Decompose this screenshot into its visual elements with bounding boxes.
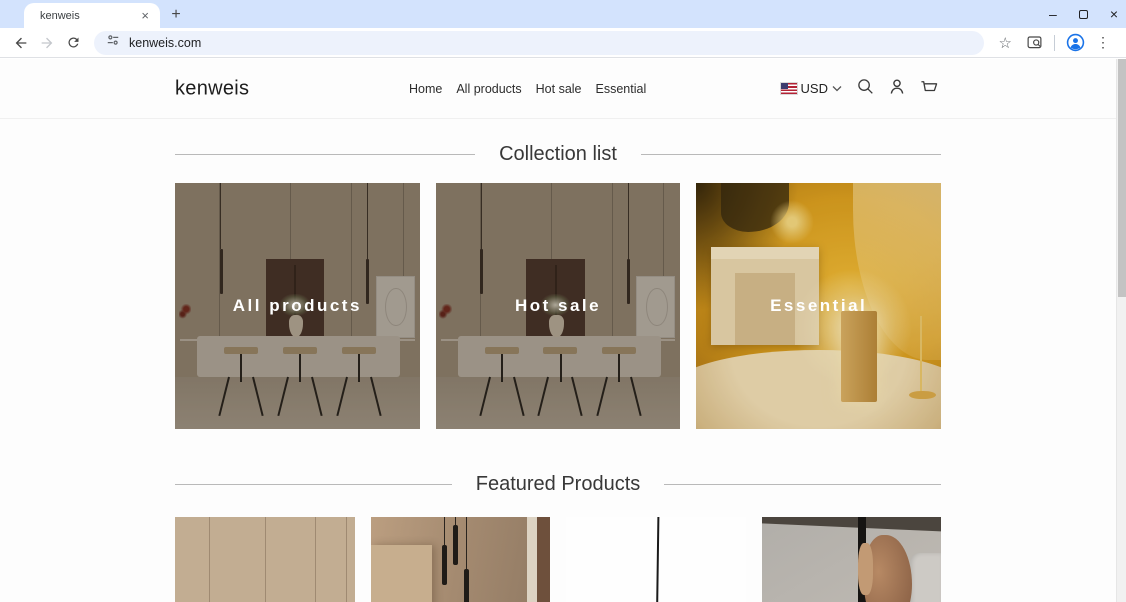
nav-item-essential[interactable]: Essential [596, 82, 647, 96]
product-image[interactable] [566, 517, 746, 602]
cart-icon[interactable] [920, 78, 938, 100]
site-header: kenweis Home All products Hot sale Essen… [0, 59, 1116, 119]
collection-card-label: Hot sale [514, 296, 602, 315]
main-nav: Home All products Hot sale Essential [409, 82, 646, 96]
product-image[interactable] [370, 517, 550, 602]
tab-strip: kenweis × + – × [0, 0, 1126, 28]
search-icon[interactable] [857, 78, 874, 100]
collection-card-essential[interactable]: Essential [696, 183, 942, 429]
restore-icon[interactable] [1078, 9, 1088, 19]
collection-card-hot-sale[interactable]: Hot sale [435, 183, 681, 429]
bookmark-star-icon[interactable]: ☆ [990, 34, 1021, 52]
collections-section-head: Collection list [175, 143, 942, 166]
tab-close-icon[interactable]: × [138, 8, 152, 23]
browser-tab-kenweis[interactable]: kenweis × [24, 3, 160, 28]
currency-code[interactable]: USD [801, 81, 828, 96]
featured-heading: Featured Products [475, 473, 641, 495]
browser-menu-icon[interactable]: ⋮ [1088, 34, 1118, 51]
collection-card-label: Essential [770, 296, 868, 315]
back-icon[interactable] [8, 30, 34, 56]
window-controls: – × [1049, 0, 1118, 28]
site-logo[interactable]: kenweis [175, 77, 249, 100]
window-close-icon[interactable]: × [1110, 7, 1118, 21]
product-image[interactable] [761, 517, 941, 602]
browser-toolbar: kenweis.com ☆ ⋮ [0, 28, 1126, 58]
new-tab-button[interactable]: + [166, 5, 186, 25]
address-bar[interactable]: kenweis.com [94, 30, 984, 55]
minimize-icon[interactable]: – [1049, 7, 1057, 21]
page-scrollbar[interactable] [1116, 59, 1126, 602]
browser-window: kenweis × + – × kenweis.com ☆ ⋮ kenweis … [0, 0, 1126, 602]
product-image[interactable] [175, 517, 355, 602]
webpage: kenweis Home All products Hot sale Essen… [0, 59, 1116, 602]
toolbar-divider [1054, 34, 1055, 51]
nav-item-home[interactable]: Home [409, 82, 442, 96]
url-text[interactable]: kenweis.com [129, 36, 201, 50]
side-panel-search-icon[interactable] [1021, 30, 1047, 56]
header-actions: USD [779, 78, 938, 100]
collection-card-label: All products [232, 296, 362, 315]
collection-card-all-products[interactable]: All products [175, 183, 420, 429]
nav-item-hot-sale[interactable]: Hot sale [536, 82, 582, 96]
nav-item-all-products[interactable]: All products [456, 82, 521, 96]
tab-title: kenweis [40, 9, 80, 22]
featured-products-grid [175, 517, 941, 602]
collections-heading: Collection list [499, 143, 617, 165]
profile-avatar-icon[interactable] [1062, 30, 1088, 56]
currency-selector[interactable]: USD [779, 81, 842, 96]
heading-rule-right [664, 484, 941, 485]
site-settings-icon[interactable] [106, 33, 120, 52]
account-icon[interactable] [889, 78, 905, 100]
refresh-icon[interactable] [60, 30, 86, 56]
scrollbar-thumb[interactable] [1118, 59, 1126, 297]
heading-rule-right [640, 154, 942, 155]
featured-section-head: Featured Products [175, 473, 941, 496]
collection-grid: All products Hot sale Essential [175, 183, 942, 429]
heading-rule-left [175, 154, 476, 155]
forward-icon [34, 30, 60, 56]
toolbar-right: ☆ ⋮ [990, 30, 1118, 56]
heading-rule-left [175, 484, 452, 485]
chevron-down-icon [832, 86, 842, 92]
us-flag-icon [779, 82, 798, 95]
